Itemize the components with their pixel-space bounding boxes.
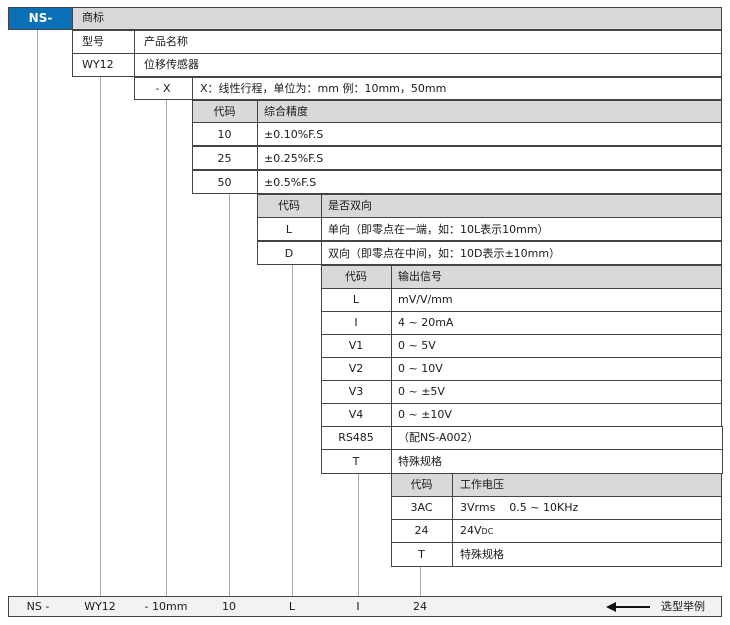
accuracy-code: 25 xyxy=(217,152,232,165)
divider xyxy=(391,426,392,474)
guide-line xyxy=(100,77,101,596)
divider xyxy=(134,30,135,54)
signal-code: L xyxy=(352,293,360,306)
signal-desc: 特殊规格 xyxy=(398,455,442,468)
signal-header-code: 代码 xyxy=(345,270,367,283)
accuracy-header-desc: 综合精度 xyxy=(264,105,308,118)
accuracy-code: 10 xyxy=(217,128,232,141)
voltage-desc: 24VDC xyxy=(460,525,493,536)
brand-label: 商标 xyxy=(82,11,104,24)
accuracy-desc: ±0.10%F.S xyxy=(264,128,324,141)
product-name-label: 产品名称 xyxy=(144,35,188,48)
example-prefix: NS - xyxy=(26,600,50,613)
signal-code: V4 xyxy=(348,408,364,421)
voltage-header-desc: 工作电压 xyxy=(460,478,504,491)
signal-desc: 4 ~ 20mA xyxy=(398,316,454,329)
direction-code: D xyxy=(284,247,294,260)
guide-line xyxy=(37,30,38,596)
guide-line xyxy=(292,265,293,596)
divider xyxy=(192,77,193,100)
model-label: 型号 xyxy=(82,35,104,48)
stroke-code: - X xyxy=(155,82,171,95)
guide-line xyxy=(358,474,359,596)
stroke-desc: X：线性行程，单位为：mm 例：10mm，50mm xyxy=(200,82,447,95)
divider xyxy=(391,265,392,427)
divider xyxy=(257,100,258,194)
guide-line xyxy=(166,100,167,596)
signal-code: V2 xyxy=(348,362,364,375)
signal-code: V3 xyxy=(348,385,364,398)
signal-desc: 0 ~ ±10V xyxy=(398,408,452,421)
divider xyxy=(321,473,391,474)
voltage-code: T xyxy=(418,548,425,561)
direction-header xyxy=(257,194,722,218)
divider xyxy=(321,194,322,265)
voltage-desc-sub: DC xyxy=(481,527,494,536)
accuracy-code: 50 xyxy=(217,176,232,189)
signal-code: RS485 xyxy=(338,431,374,444)
example-signal: I xyxy=(356,600,360,613)
example-accuracy: 10 xyxy=(222,600,236,613)
accuracy-header-code: 代码 xyxy=(213,105,236,118)
voltage-desc-main: 24V xyxy=(460,524,482,537)
product-name: 位移传感器 xyxy=(144,58,199,71)
example-direction: L xyxy=(288,600,296,613)
voltage-desc: 3Vrms 0.5 ~ 10KHz xyxy=(460,501,579,514)
direction-header-code: 代码 xyxy=(278,199,300,212)
model-code: WY12 xyxy=(82,58,114,71)
guide-line xyxy=(420,567,421,596)
signal-desc: mV/V/mm xyxy=(398,293,453,306)
guide-line xyxy=(229,194,230,596)
voltage-code: 24 xyxy=(414,524,429,537)
signal-code: T xyxy=(352,455,360,468)
voltage-code: 3AC xyxy=(410,501,433,514)
voltage-desc: 特殊规格 xyxy=(460,548,504,561)
divider xyxy=(722,426,723,474)
divider xyxy=(134,53,135,77)
accuracy-desc: ±0.5%F.S xyxy=(264,176,317,189)
divider xyxy=(452,473,453,567)
example-label: 选型举例 xyxy=(661,600,705,613)
signal-desc: 0 ~ 10V xyxy=(398,362,443,375)
brand-row xyxy=(72,7,722,30)
signal-desc: 0 ~ ±5V xyxy=(398,385,445,398)
direction-desc: 双向（即零点在中间，如：10D表示±10mm） xyxy=(328,247,561,260)
prefix-label: NS- xyxy=(28,11,53,25)
signal-desc: 0 ~ 5V xyxy=(398,339,436,352)
signal-code: V1 xyxy=(348,339,364,352)
signal-code: I xyxy=(354,316,358,329)
direction-desc: 单向（即零点在一端，如：10L表示10mm） xyxy=(328,223,549,236)
signal-header-desc: 输出信号 xyxy=(398,270,442,283)
direction-code: L xyxy=(285,223,293,236)
example-model: WY12 xyxy=(84,600,116,613)
example-stroke: - 10mm xyxy=(144,600,188,613)
signal-desc: （配NS-A002） xyxy=(398,431,479,444)
divider xyxy=(391,449,722,450)
example-voltage: 24 xyxy=(413,600,427,613)
accuracy-desc: ±0.25%F.S xyxy=(264,152,324,165)
arrow-left-icon xyxy=(606,602,650,612)
voltage-header-code: 代码 xyxy=(410,478,433,491)
direction-header-desc: 是否双向 xyxy=(328,199,372,212)
